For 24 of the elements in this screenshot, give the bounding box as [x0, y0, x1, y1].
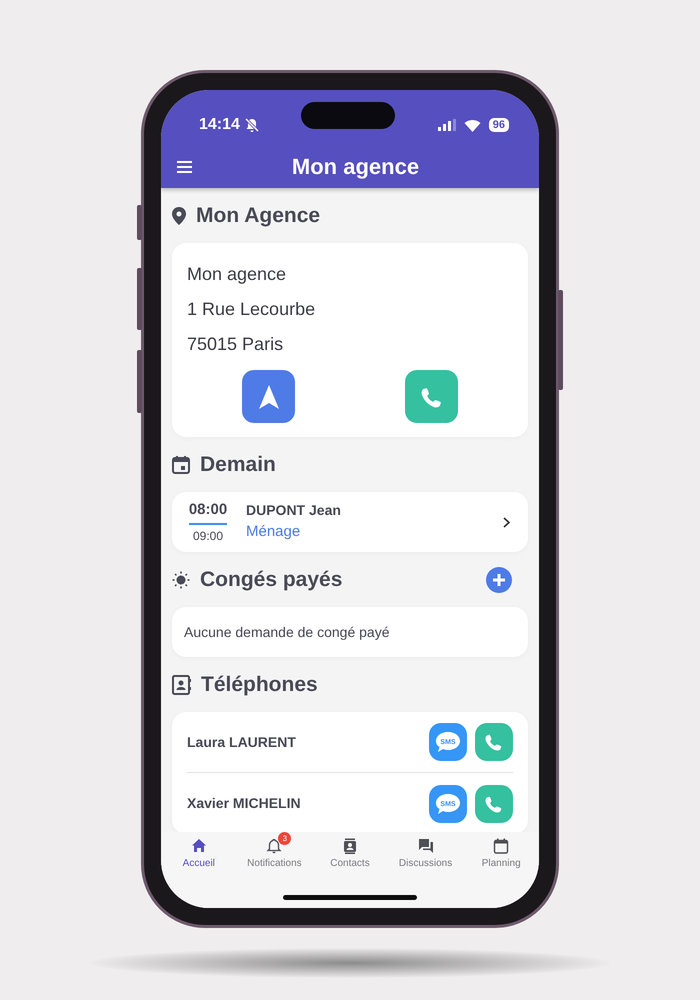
status-time: 14:14: [199, 115, 240, 135]
section-heading: Téléphones: [201, 672, 318, 698]
service-name: Ménage: [246, 522, 302, 542]
contact-name: Laura LAURENT: [187, 732, 297, 752]
section-heading: Mon Agence: [196, 202, 320, 229]
nav-tab[interactable]: Accueil: [161, 832, 237, 895]
nav-tab[interactable]: Planning: [463, 832, 539, 895]
appointment-card[interactable]: 08:00 09:00 DUPONT Jean Ménage: [172, 492, 528, 552]
empty-message: Aucune demande de congé payé: [184, 622, 390, 642]
address-line: 1 Rue Lecourbe: [187, 298, 316, 321]
screen-title: Mon agence: [290, 153, 420, 181]
battery-level: 96: [488, 118, 509, 132]
section-heading: Congés payés: [200, 566, 342, 593]
client-name: DUPONT Jean: [246, 501, 342, 520]
address-line: Mon agence: [187, 263, 288, 286]
end-time: 09:00: [192, 528, 224, 546]
contact-name: Xavier MICHELIN: [187, 794, 302, 813]
nav-tab[interactable]: Discussions: [388, 832, 464, 895]
start-time: 08:00: [188, 498, 228, 526]
notification-badge: 3: [278, 832, 292, 845]
address-line: 75015 Paris: [187, 333, 284, 356]
section-heading: Demain: [200, 452, 276, 478]
nav-tab[interactable]: Notifications 3: [236, 832, 312, 895]
nav-tab[interactable]: Contacts: [312, 832, 388, 895]
